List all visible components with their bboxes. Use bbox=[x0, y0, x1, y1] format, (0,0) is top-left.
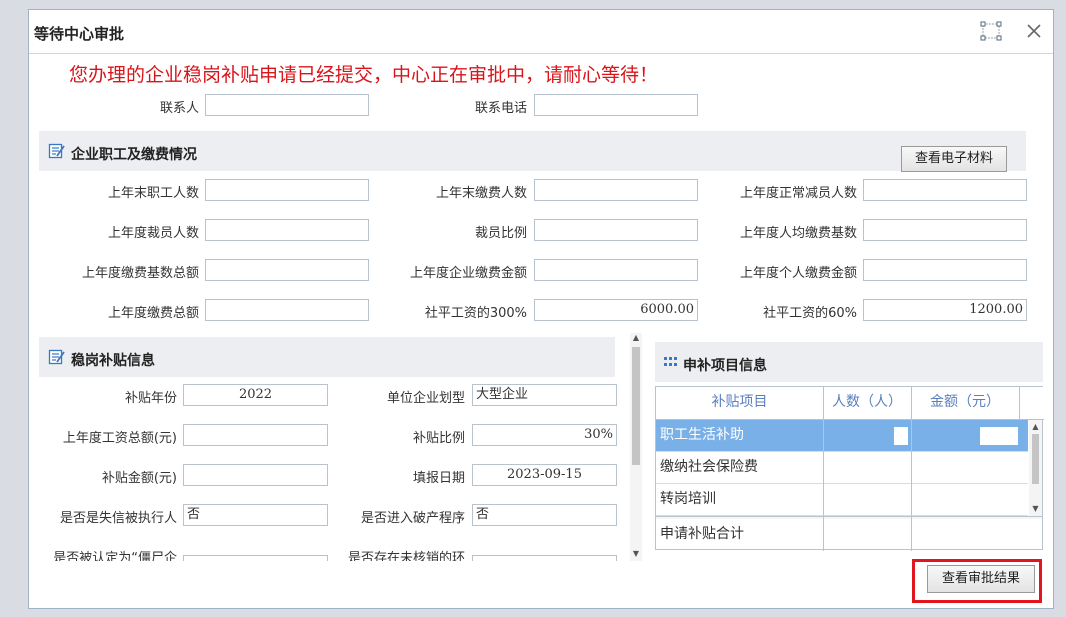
subsidy-amount-field[interactable] bbox=[183, 464, 328, 486]
subsidy-clipped-row: 是否被认定为“僵尸企 是否存在未核销的环 bbox=[29, 538, 625, 561]
total-label: 申请补贴合计 bbox=[660, 526, 744, 542]
field-label: 上年度缴费总额 bbox=[107, 306, 199, 321]
column-header[interactable]: 补贴项目 bbox=[656, 387, 823, 418]
field-label: 补贴年份 bbox=[124, 391, 177, 406]
column-header[interactable]: 金额（元） bbox=[911, 387, 1019, 418]
table-row[interactable]: 职工生活补助 bbox=[656, 420, 1028, 452]
column-divider bbox=[911, 387, 912, 551]
field-label: 上年度正常减员人数 bbox=[739, 186, 857, 201]
view-electronic-materials-button[interactable]: 查看电子材料 bbox=[901, 146, 1007, 172]
column-divider bbox=[1019, 387, 1020, 420]
subsidy-items-grid: 补贴项目 人数（人） 金额（元） 职工生活补助 缴纳社会保险费 转岗培训 申请补… bbox=[655, 386, 1044, 551]
layoff-ratio-field[interactable] bbox=[534, 219, 698, 241]
layoff-count-field[interactable] bbox=[205, 219, 369, 241]
field-label: 上年度缴费基数总额 bbox=[81, 266, 199, 281]
field-label: 上年度个人缴费金额 bbox=[739, 266, 857, 281]
status-notice: 您办理的企业稳岗补贴申请已经提交，中心正在审批中，请耐心等待！ bbox=[69, 64, 659, 86]
close-icon[interactable] bbox=[1023, 20, 1045, 42]
field-label: 是否是失信被执行人 bbox=[59, 511, 177, 526]
enterprise-contribution-field[interactable] bbox=[534, 259, 698, 281]
count-input[interactable] bbox=[894, 427, 908, 445]
personal-contribution-field[interactable] bbox=[863, 259, 1027, 281]
fill-date-field[interactable]: 2023-09-15 bbox=[472, 464, 617, 486]
edit-note-icon bbox=[48, 348, 66, 366]
field-label: 上年度人均缴费基数 bbox=[739, 226, 857, 241]
field-label: 单位企业划型 bbox=[386, 391, 465, 406]
scroll-thumb[interactable] bbox=[632, 347, 640, 465]
scroll-thumb[interactable] bbox=[1032, 434, 1039, 484]
field-label: 上年末职工人数 bbox=[107, 186, 199, 201]
column-divider bbox=[823, 387, 824, 551]
field-label: 补贴比例 bbox=[412, 431, 465, 446]
total-wages-field[interactable] bbox=[183, 424, 328, 446]
field-label: 上年度企业缴费金额 bbox=[409, 266, 527, 281]
scroll-down-icon[interactable]: ▼ bbox=[1029, 504, 1042, 514]
contact-person-label: 联系人 bbox=[159, 101, 199, 116]
avg-wage-60-field[interactable]: 1200.00 bbox=[863, 299, 1027, 321]
subsidy-section-title: 稳岗补贴信息 bbox=[71, 353, 155, 369]
field-label: 上年末缴费人数 bbox=[435, 186, 527, 201]
field-label: 社平工资的300% bbox=[424, 306, 527, 321]
item-name: 职工生活补助 bbox=[660, 427, 744, 443]
field-label: 是否存在未核销的环 bbox=[347, 551, 465, 561]
subsidy-ratio-field[interactable]: 30% bbox=[472, 424, 617, 446]
environmental-issue-field[interactable] bbox=[472, 555, 617, 561]
item-name: 缴纳社会保险费 bbox=[660, 459, 758, 475]
contact-phone-label: 联系电话 bbox=[474, 101, 527, 116]
item-name: 转岗培训 bbox=[660, 491, 716, 507]
total-row: 申请补贴合计 bbox=[656, 519, 1042, 551]
field-label: 上年度裁员人数 bbox=[107, 226, 199, 241]
dialog-titlebar: 等待中心审批 bbox=[29, 10, 1053, 54]
last-year-end-employees-field[interactable] bbox=[205, 179, 369, 201]
avg-wage-300-field[interactable]: 6000.00 bbox=[534, 299, 698, 321]
avg-contribution-base-field[interactable] bbox=[863, 219, 1027, 241]
contact-phone-field[interactable] bbox=[534, 94, 698, 116]
zombie-enterprise-field[interactable] bbox=[183, 555, 328, 561]
scroll-up-icon[interactable]: ▲ bbox=[630, 333, 642, 343]
field-label: 是否进入破产程序 bbox=[360, 511, 465, 526]
total-contribution-base-field[interactable] bbox=[205, 259, 369, 281]
subsidy-year-field[interactable]: 2022 bbox=[183, 384, 328, 406]
scroll-down-icon[interactable]: ▼ bbox=[630, 549, 642, 559]
bankruptcy-field[interactable]: 否 bbox=[472, 504, 617, 526]
field-label: 填报日期 bbox=[412, 471, 465, 486]
scroll-up-icon[interactable]: ▲ bbox=[1029, 422, 1042, 432]
normal-reduction-field[interactable] bbox=[863, 179, 1027, 201]
approval-dialog: 等待中心审批 您办理的企业稳岗补贴申请已经提交，中心正在审批中，请耐心等待！ 联… bbox=[28, 9, 1054, 609]
amount-input[interactable] bbox=[980, 427, 1018, 445]
subsidy-scrollbar[interactable]: ▲ ▼ bbox=[630, 333, 642, 561]
dishonest-executee-field[interactable]: 否 bbox=[183, 504, 328, 526]
total-contribution-field[interactable] bbox=[205, 299, 369, 321]
table-row[interactable]: 转岗培训 bbox=[656, 484, 1028, 516]
grid-dots-icon bbox=[663, 353, 681, 371]
field-label: 补贴金额(元) bbox=[101, 471, 177, 486]
contact-person-field[interactable] bbox=[205, 94, 369, 116]
annotation-highlight-box bbox=[912, 559, 1042, 603]
field-label: 是否被认定为“僵尸企 bbox=[53, 551, 177, 561]
subsidy-section-header: 稳岗补贴信息 bbox=[39, 337, 615, 377]
grid-header: 补贴项目 人数（人） 金额（元） bbox=[656, 387, 1044, 420]
staff-section-header: 企业职工及缴费情况 bbox=[39, 131, 1026, 171]
table-row[interactable]: 缴纳社会保险费 bbox=[656, 452, 1028, 484]
items-section-header: 申补项目信息 bbox=[655, 342, 1043, 382]
staff-section-title: 企业职工及缴费情况 bbox=[71, 147, 197, 163]
dialog-title: 等待中心审批 bbox=[34, 25, 125, 43]
field-label: 社平工资的60% bbox=[763, 306, 857, 321]
column-header[interactable]: 人数（人） bbox=[823, 387, 911, 418]
edit-note-icon bbox=[48, 142, 66, 160]
field-label: 上年度工资总额(元) bbox=[62, 431, 177, 446]
items-section-title: 申补项目信息 bbox=[683, 358, 767, 374]
field-label: 裁员比例 bbox=[474, 226, 527, 241]
enterprise-type-field[interactable]: 大型企业 bbox=[472, 384, 617, 406]
last-year-end-payers-field[interactable] bbox=[534, 179, 698, 201]
items-scrollbar[interactable]: ▲ ▼ bbox=[1029, 420, 1042, 516]
maximize-icon[interactable] bbox=[980, 20, 1002, 42]
